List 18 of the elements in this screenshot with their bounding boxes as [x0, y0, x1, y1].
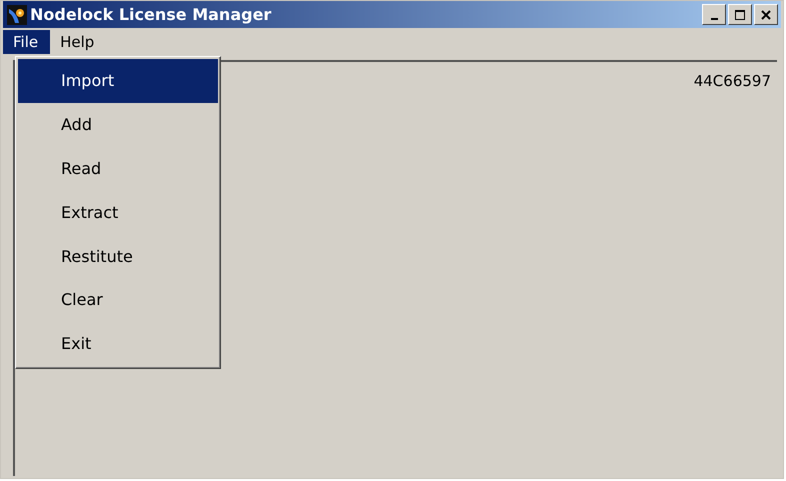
menu-item[interactable]: Extract: [18, 190, 218, 234]
window-title: Nodelock License Manager: [30, 5, 272, 24]
maximize-button[interactable]: [728, 4, 752, 25]
menu-item[interactable]: Add: [18, 102, 218, 147]
menu-item[interactable]: Exit: [18, 322, 218, 366]
menu-bar-item[interactable]: Help: [50, 30, 106, 54]
app-icon: [7, 4, 27, 24]
host-id: 44C66597: [694, 72, 771, 90]
menu-item[interactable]: Clear: [18, 278, 218, 322]
menu-item[interactable]: Restitute: [18, 234, 218, 278]
close-button[interactable]: [754, 4, 778, 25]
menu-bar-item[interactable]: File: [3, 30, 50, 54]
minimize-icon: [710, 18, 718, 20]
close-icon: [761, 10, 771, 20]
menu-item[interactable]: Read: [18, 146, 218, 190]
menu-item[interactable]: Import: [18, 59, 218, 103]
maximize-icon: [735, 10, 745, 20]
minimize-button[interactable]: [702, 4, 726, 25]
